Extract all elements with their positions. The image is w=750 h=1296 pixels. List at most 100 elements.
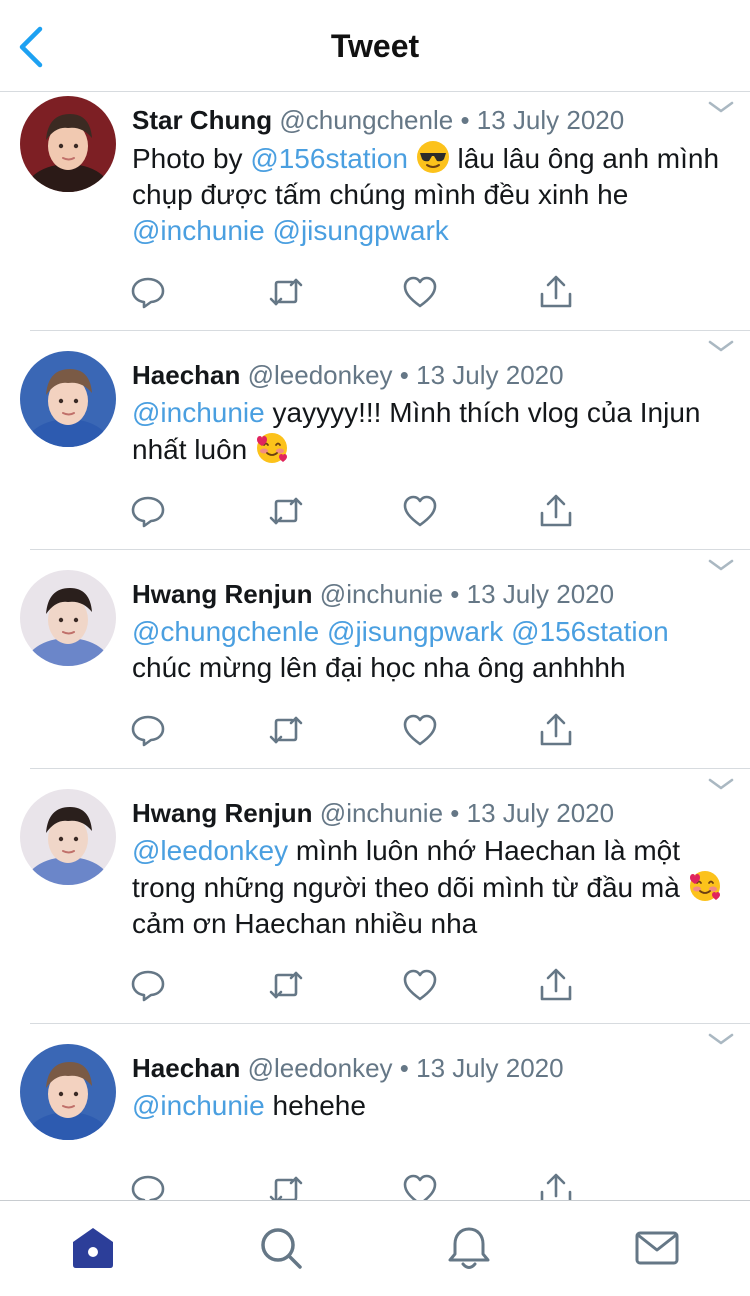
tweet-date: 13 July 2020 (416, 1053, 564, 1083)
tweet-header: Star Chung @chungchenle • 13 July 2020 (132, 104, 710, 136)
avatar[interactable] (20, 1044, 116, 1140)
tweet[interactable]: Star Chung @chungchenle • 13 July 2020 Ph… (0, 92, 750, 331)
tweet-actions (130, 274, 590, 314)
mention-link[interactable]: @inchunie (132, 397, 265, 428)
retweet-button[interactable] (268, 712, 304, 748)
tweet-date: 13 July 2020 (466, 798, 615, 828)
mention-link[interactable]: @156station (511, 616, 669, 647)
top-bar: Tweet (0, 0, 750, 92)
tweet-actions (130, 493, 590, 533)
share-icon (538, 494, 574, 533)
text-fragment (503, 616, 511, 647)
sunglasses-emoji-icon (416, 141, 450, 174)
reply-button[interactable] (130, 493, 166, 529)
text-fragment (408, 143, 416, 174)
separator-dot: • (399, 1053, 409, 1083)
chevron-down-icon[interactable] (708, 558, 734, 572)
author-handle[interactable]: @leedonkey (248, 360, 393, 390)
text-fragment: chúc mừng lên đại học nha ông anhhhh (132, 652, 626, 683)
tweet-date: 13 July 2020 (476, 105, 625, 135)
avatar[interactable] (20, 570, 116, 666)
mention-link[interactable]: @leedonkey (132, 835, 288, 866)
reply-button[interactable] (130, 967, 166, 1003)
author-handle[interactable]: @leedonkey (248, 1053, 393, 1083)
author-handle[interactable]: @inchunie (320, 798, 443, 828)
like-button[interactable] (402, 712, 438, 748)
tweet-header: Hwang Renjun @inchunie • 13 July 2020 (132, 578, 710, 610)
text-fragment: cảm ơn Haechan nhiều nha (132, 908, 478, 939)
share-icon (538, 275, 574, 314)
tweet-header: Hwang Renjun @inchunie • 13 July 2020 (132, 797, 710, 829)
tweet-header: Haechan @leedonkey • 13 July 2020 (132, 1052, 710, 1084)
chevron-down-icon[interactable] (708, 777, 734, 791)
reply-icon (130, 715, 166, 752)
tweet[interactable]: Haechan @leedonkey • 13 July 2020 @inchun… (0, 331, 750, 550)
avatar[interactable] (20, 96, 116, 192)
avatar[interactable] (20, 351, 116, 447)
share-button[interactable] (538, 967, 574, 1003)
retweet-icon (268, 971, 304, 1007)
reply-button[interactable] (130, 274, 166, 310)
tweet-text: @inchunie yayyyy!!! Mình thích vlog của … (132, 395, 724, 468)
share-button[interactable] (538, 274, 574, 310)
author-handle[interactable]: @inchunie (320, 579, 443, 609)
author-name[interactable]: Haechan (132, 1053, 240, 1083)
tweet-date: 13 July 2020 (466, 579, 615, 609)
mention-link[interactable]: @jisungpwark (327, 616, 503, 647)
tweet[interactable]: Hwang Renjun @inchunie • 13 July 2020 @ch… (0, 550, 750, 769)
tweet-text: @leedonkey mình luôn nhớ Haechan là một … (132, 833, 724, 942)
tweet-actions (130, 967, 590, 1007)
retweet-icon (268, 716, 304, 752)
mention-link[interactable]: @jisungpwark (273, 215, 449, 246)
messages-icon[interactable] (634, 1225, 680, 1271)
like-button[interactable] (402, 967, 438, 1003)
separator-dot: • (399, 360, 409, 390)
tweet-text: Photo by @156station lâu lâu ông anh mìn… (132, 140, 724, 249)
mention-link[interactable]: @156station (250, 143, 408, 174)
like-icon (402, 969, 438, 1007)
like-button[interactable] (402, 493, 438, 529)
author-name[interactable]: Hwang Renjun (132, 579, 313, 609)
chevron-down-icon[interactable] (708, 339, 734, 353)
tweet[interactable]: Hwang Renjun @inchunie • 13 July 2020 @le… (0, 769, 750, 1024)
separator-dot: • (450, 579, 460, 609)
tweet-text: @inchunie hehehe (132, 1088, 724, 1124)
chevron-down-icon[interactable] (708, 1032, 734, 1046)
home-icon[interactable] (70, 1225, 116, 1271)
smiling-hearts-emoji-icon (688, 871, 722, 903)
share-icon (538, 713, 574, 752)
like-icon (402, 276, 438, 314)
mention-link[interactable]: @chungchenle (132, 616, 319, 647)
text-fragment: Photo by (132, 143, 251, 174)
author-name[interactable]: Hwang Renjun (132, 798, 313, 828)
share-icon (538, 968, 574, 1007)
mention-link[interactable]: @inchunie (132, 215, 265, 246)
author-handle[interactable]: @chungchenle (279, 105, 453, 135)
text-fragment (319, 616, 327, 647)
like-icon (402, 714, 438, 752)
chevron-down-icon[interactable] (708, 100, 734, 114)
tweet-actions (130, 712, 590, 752)
retweet-button[interactable] (268, 274, 304, 310)
page-title: Tweet (330, 28, 420, 64)
tweet-header: Haechan @leedonkey • 13 July 2020 (132, 359, 710, 391)
search-icon[interactable] (258, 1225, 304, 1271)
share-button[interactable] (538, 712, 574, 748)
author-name[interactable]: Star Chung (132, 105, 272, 135)
retweet-button[interactable] (268, 493, 304, 529)
reply-icon (130, 970, 166, 1007)
tweet[interactable]: Haechan @leedonkey • 13 July 2020 @inchun… (0, 1024, 750, 1207)
notifications-icon[interactable] (446, 1225, 492, 1271)
retweet-icon (268, 278, 304, 314)
retweet-button[interactable] (268, 967, 304, 1003)
retweet-icon (268, 497, 304, 533)
reply-button[interactable] (130, 712, 166, 748)
like-button[interactable] (402, 274, 438, 310)
like-icon (402, 495, 438, 533)
avatar[interactable] (20, 789, 116, 885)
text-fragment (265, 215, 273, 246)
author-name[interactable]: Haechan (132, 360, 240, 390)
mention-link[interactable]: @inchunie (132, 1090, 265, 1121)
smiling-hearts-emoji-icon (255, 433, 289, 465)
share-button[interactable] (538, 493, 574, 529)
